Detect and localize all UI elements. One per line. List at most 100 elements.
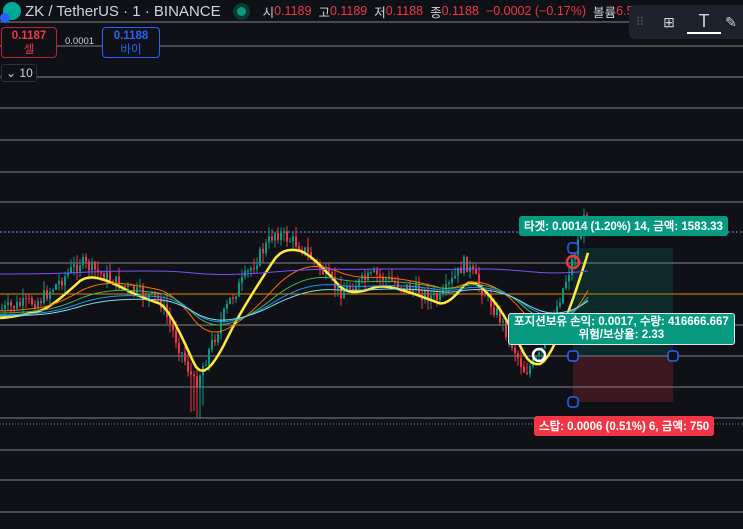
- open-value: 0.1189: [274, 4, 312, 18]
- candle: [259, 248, 261, 266]
- candle: [241, 276, 243, 283]
- candle: [130, 285, 132, 287]
- candle: [55, 284, 57, 290]
- candle: [88, 261, 90, 271]
- candle: [70, 266, 72, 273]
- volume-label: 볼륨: [593, 5, 617, 20]
- candle: [379, 274, 381, 277]
- symbol-title[interactable]: ZK / TetherUS · 1 · BINANCE: [25, 3, 221, 20]
- stop-label[interactable]: 스탑: 0.0006 (0.51%) 6, 금액: 750: [534, 416, 715, 436]
- sell-label: 셀: [23, 44, 35, 56]
- chart-header: ZK / TetherUS · 1 · BINANCE 시 0.1189 고 0.1…: [0, 0, 640, 23]
- buy-price: 0.1188: [113, 30, 149, 42]
- candle: [82, 257, 84, 266]
- low-label: 저: [374, 5, 386, 20]
- candle: [295, 236, 297, 247]
- candle: [529, 366, 531, 374]
- candle: [409, 284, 411, 292]
- candle: [436, 293, 438, 301]
- candle: [439, 294, 441, 301]
- buy-button[interactable]: 0.1188 바이: [102, 27, 160, 58]
- candle: [190, 371, 192, 375]
- candle: [292, 236, 294, 242]
- candle: [58, 280, 60, 285]
- candle: [238, 282, 240, 297]
- candle: [265, 242, 267, 254]
- candle: [73, 264, 75, 267]
- candle: [187, 361, 189, 372]
- loss-zone: [573, 356, 673, 402]
- sell-button[interactable]: 0.1187 셀: [1, 27, 57, 58]
- position-info-label[interactable]: 포지션보유 손익: 0.0017, 수량: 416666.667 위험/보상율: …: [508, 313, 735, 345]
- candle: [250, 268, 252, 271]
- candle: [226, 303, 228, 309]
- candle: [79, 265, 81, 272]
- candle: [94, 261, 96, 270]
- candle: [391, 276, 393, 281]
- candle: [448, 282, 450, 284]
- candle: [289, 241, 291, 243]
- candle: [286, 231, 288, 242]
- candle: [478, 273, 480, 286]
- candle: [49, 291, 51, 299]
- candle: [502, 320, 504, 323]
- position-handle: [567, 350, 579, 362]
- candle: [373, 270, 375, 272]
- candle: [22, 297, 24, 306]
- pnl-text: 포지션보유 손익: 0.0017, 수량: 416666.667: [514, 316, 729, 328]
- candle: [256, 265, 258, 270]
- candle: [13, 306, 15, 309]
- candle: [40, 301, 42, 303]
- candle: [466, 256, 468, 273]
- brush-icon[interactable]: ✎: [721, 14, 741, 31]
- low-value: 0.1188: [385, 4, 424, 18]
- candle: [7, 302, 9, 306]
- add-widget-icon[interactable]: ⊞: [651, 14, 687, 31]
- candle: [520, 357, 522, 367]
- high-label: 고: [318, 5, 330, 20]
- candle: [484, 295, 486, 297]
- candle: [565, 281, 567, 289]
- candle: [211, 339, 213, 350]
- candle: [4, 305, 6, 310]
- candle: [397, 282, 399, 288]
- market-status-icon: [236, 6, 246, 16]
- candle: [274, 233, 276, 241]
- price-chart[interactable]: [0, 0, 743, 529]
- candle: [505, 320, 507, 338]
- candle: [493, 307, 495, 315]
- candle: [559, 303, 561, 307]
- risk-reward-text: 위험/보상율: 2.33: [578, 329, 665, 341]
- candle: [451, 278, 453, 283]
- candle: [31, 298, 33, 305]
- candle: [523, 366, 525, 373]
- text-icon[interactable]: T: [687, 10, 721, 34]
- candle: [283, 231, 285, 233]
- candle: [367, 272, 369, 281]
- high-value: 0.1189: [329, 4, 368, 18]
- candle: [193, 374, 195, 377]
- candle: [496, 308, 498, 315]
- candle: [172, 323, 174, 331]
- candle: [562, 288, 564, 304]
- candle: [205, 364, 207, 366]
- candle: [109, 272, 111, 282]
- candle: [232, 297, 234, 299]
- candle: [19, 302, 21, 306]
- candle: [460, 267, 462, 274]
- change-value: −0.0002 (−0.17%): [485, 4, 586, 18]
- candle: [184, 352, 186, 362]
- spread-value: 0.0001: [65, 36, 95, 47]
- candle: [280, 232, 282, 241]
- candle: [76, 264, 78, 272]
- candle: [538, 352, 540, 357]
- candle: [199, 375, 201, 388]
- candle: [124, 285, 126, 288]
- candle: [208, 349, 210, 365]
- indicators-collapse-button[interactable]: ⌄ 10: [1, 64, 37, 82]
- candle: [262, 248, 264, 254]
- indicator-count: 10: [19, 66, 33, 80]
- drag-handle-icon[interactable]: ⠿: [629, 15, 651, 29]
- target-label[interactable]: 타겟: 0.0014 (1.20%) 14, 금액: 1583.33: [519, 216, 728, 236]
- candle: [175, 330, 177, 343]
